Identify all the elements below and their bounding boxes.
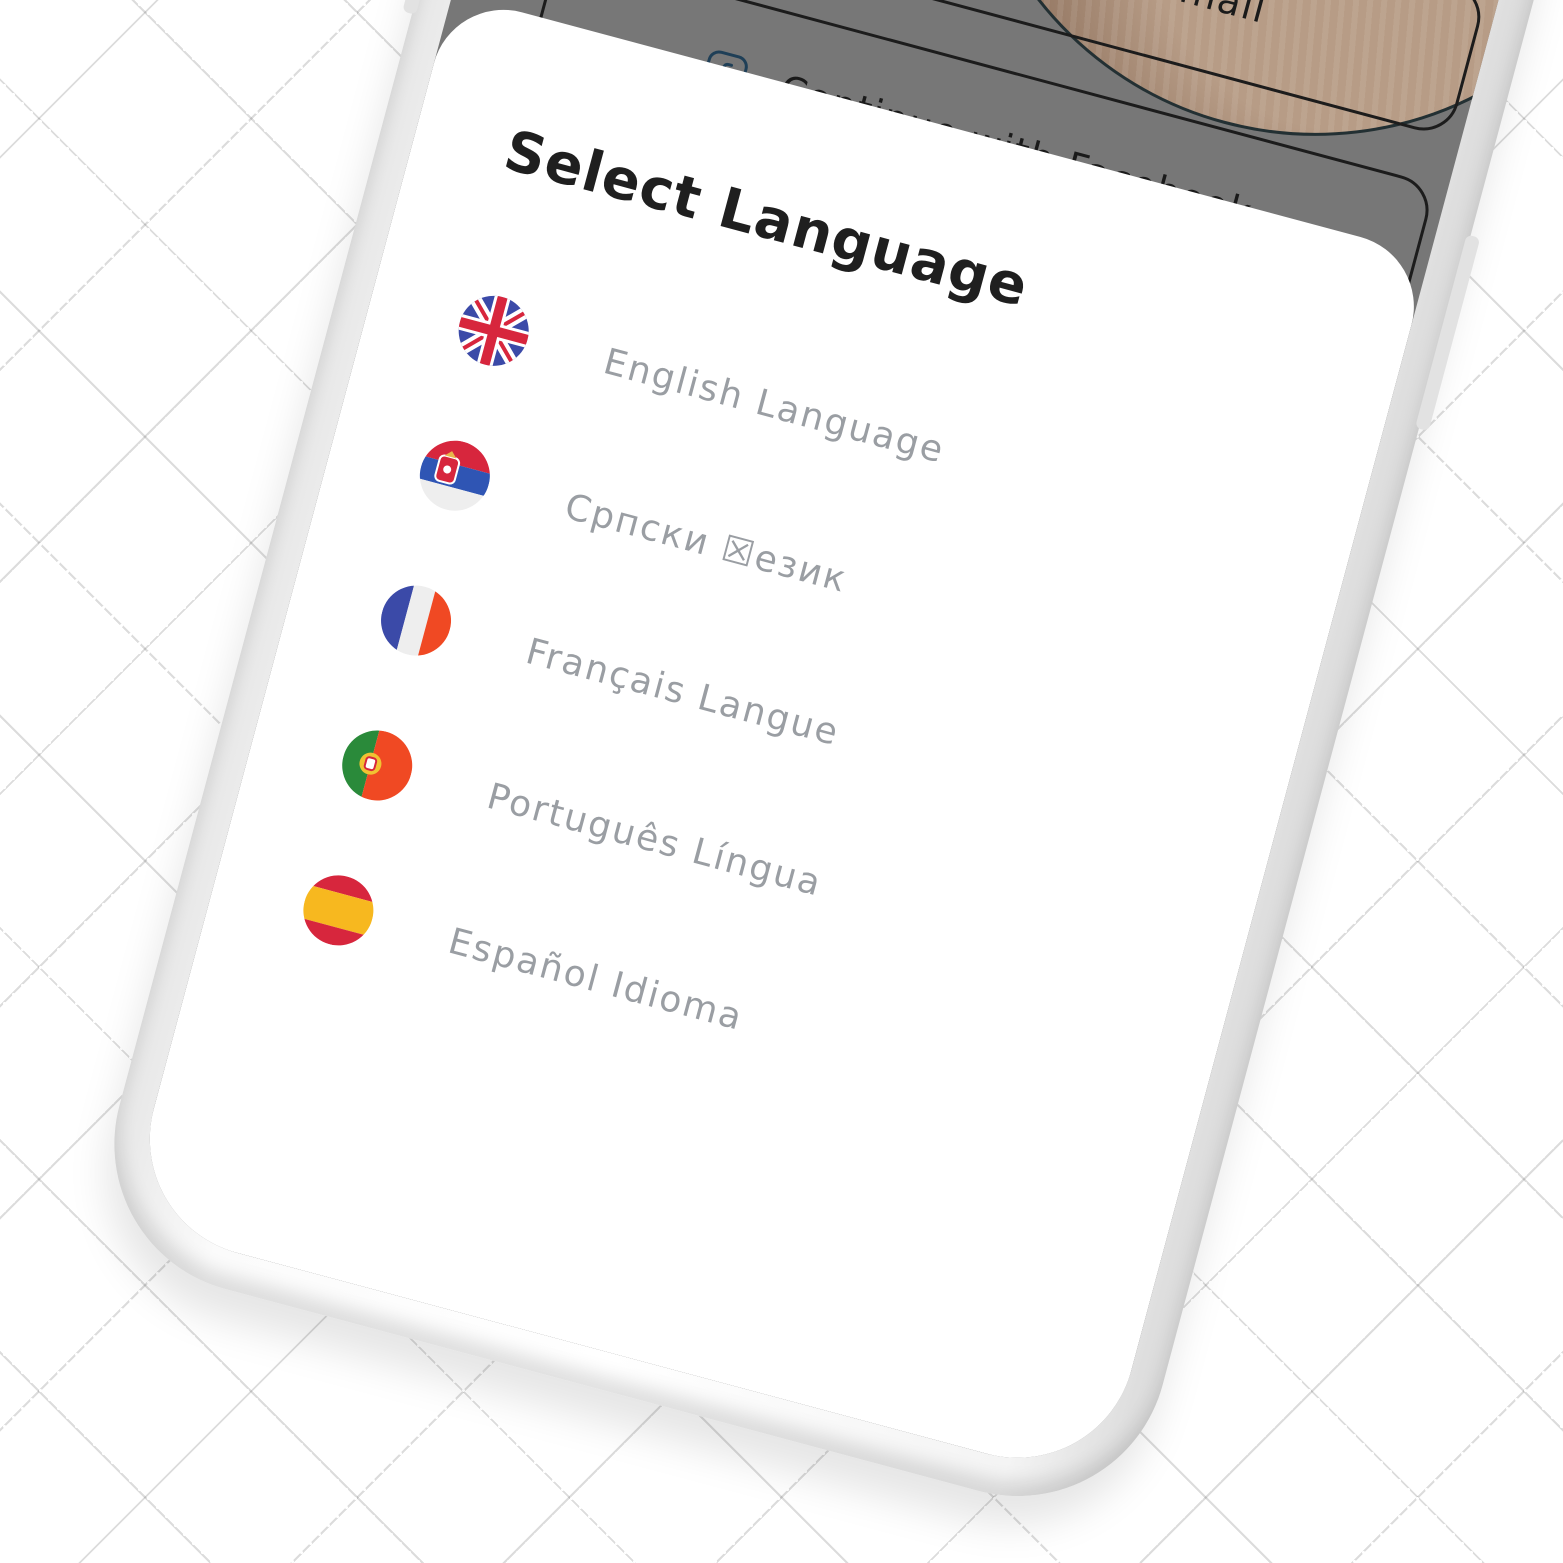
serbia-flag-icon: [411, 432, 498, 519]
spain-flag-icon: [295, 867, 382, 954]
stage: Continue with Email Continue with Facebo…: [0, 0, 1563, 1563]
language-label: Српски ☒език: [560, 485, 852, 601]
france-flag-icon: [373, 577, 459, 664]
uk-flag-icon: [450, 287, 537, 374]
language-bottom-sheet: Select Language English Language Српски …: [123, 0, 1431, 1485]
portugal-flag-icon: [334, 722, 421, 809]
language-list: English Language Српски ☒език Français L…: [285, 249, 1271, 1186]
language-label: Español Idioma: [444, 920, 748, 1039]
phone-mockup: Continue with Email Continue with Facebo…: [80, 0, 1563, 1530]
language-label: Français Langue: [521, 630, 845, 754]
